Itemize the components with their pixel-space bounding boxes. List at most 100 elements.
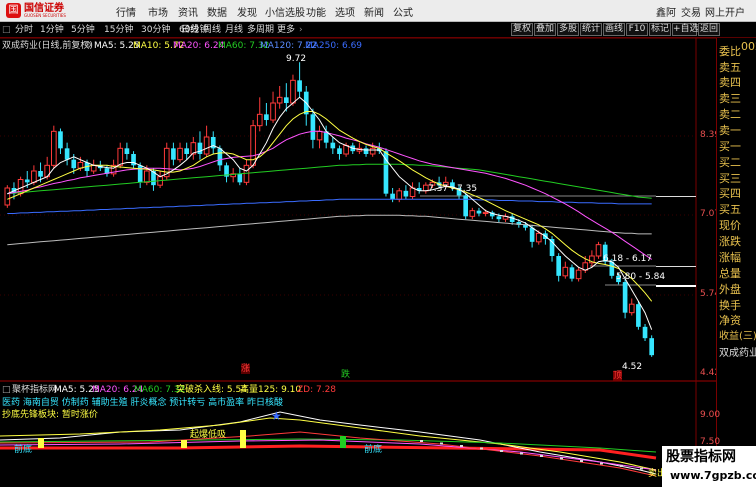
ma120-line xyxy=(7,198,652,214)
concept-tags: 医药 海南自贸 仿制药 辅助生殖 肝炎概念 预计转亏 高市盈率 昨日核酸 xyxy=(2,398,284,408)
stock-code-tag: 002 xyxy=(741,40,756,53)
sub-dot xyxy=(500,450,503,452)
sub-axis-900: 9.00 xyxy=(700,410,721,420)
sub-dot xyxy=(480,447,483,450)
candle xyxy=(131,151,136,169)
candle-body xyxy=(529,227,535,242)
candle-body xyxy=(369,147,376,155)
candle-body xyxy=(343,145,349,155)
candle-body xyxy=(463,195,469,217)
candle-body xyxy=(290,79,296,104)
candle-body xyxy=(90,164,97,172)
candle-body xyxy=(124,148,130,154)
candle-body xyxy=(403,190,409,197)
candle xyxy=(589,250,595,268)
sub-box-icon[interactable]: □ xyxy=(2,385,11,395)
candle xyxy=(90,159,97,174)
candle-body xyxy=(237,173,243,183)
candle xyxy=(556,253,562,282)
level-marker-3 xyxy=(656,285,696,287)
candle xyxy=(210,131,216,154)
candle xyxy=(575,267,582,282)
label-net-assets: 净资 xyxy=(719,314,741,327)
candle-body xyxy=(337,148,342,154)
sub-legend-breakout: 突破杀入线: 5.54 xyxy=(176,385,247,395)
kline-chart[interactable]: ★ xyxy=(0,0,716,487)
sub-signal-bar xyxy=(240,430,246,448)
candle xyxy=(409,182,416,200)
marker-ding: 顶 xyxy=(613,371,623,381)
candle xyxy=(177,142,183,163)
label-earnings: 收益(三) xyxy=(719,331,756,342)
candle-body xyxy=(595,244,602,257)
candle-body xyxy=(496,216,502,220)
label-sell4: 卖四 xyxy=(719,76,741,89)
candle-body xyxy=(31,170,37,183)
sub-red-curve xyxy=(0,431,657,477)
candle-body xyxy=(628,303,635,314)
sub-dot xyxy=(620,465,623,467)
label-outer-volume: 外盘 xyxy=(719,283,741,296)
sub-dot xyxy=(580,460,583,462)
candle-body xyxy=(71,159,77,169)
candle xyxy=(396,188,403,203)
candle xyxy=(184,142,190,160)
qiandi-label-2: 前底 xyxy=(364,445,383,455)
candle xyxy=(171,142,176,166)
label-buy5: 买五 xyxy=(719,203,741,216)
candle-body xyxy=(217,148,223,166)
sub-dot xyxy=(600,462,603,465)
ma250-line xyxy=(7,214,652,246)
sub-dot xyxy=(560,457,563,460)
level-marker-1 xyxy=(656,196,696,197)
candle-body xyxy=(636,304,641,327)
sub-chart-title: 聚杯指标网 xyxy=(12,385,58,395)
candle-body xyxy=(256,113,263,127)
candle-body xyxy=(575,269,582,280)
candle-body xyxy=(562,266,569,277)
watermark-url: www.7gpzb.com xyxy=(670,469,756,482)
candle xyxy=(562,261,569,279)
candle-body xyxy=(649,338,655,356)
candle-body xyxy=(38,171,43,177)
ma5-line xyxy=(7,96,653,330)
bottom-fish-text: 抄底先锋板块: 暂时涨价 xyxy=(2,410,98,420)
candle xyxy=(463,193,469,220)
candle xyxy=(256,97,263,132)
high-price-label: 9.72 xyxy=(286,54,307,64)
candle xyxy=(383,148,389,197)
candle xyxy=(157,171,163,188)
candle-body xyxy=(409,187,416,197)
label-weibi: 委比 xyxy=(719,45,741,58)
label-turnover: 换手 xyxy=(719,299,741,312)
candle-body xyxy=(270,102,276,121)
panel-stock-name: 双成药业 xyxy=(719,348,756,359)
candle xyxy=(224,162,229,183)
sub-dot xyxy=(440,442,443,445)
candle-body xyxy=(184,148,190,154)
label-sell2: 卖二 xyxy=(719,108,741,121)
candle xyxy=(502,213,509,222)
watermark-box: 股票指标网 www.7gpzb.com xyxy=(662,446,756,487)
ma10-line xyxy=(7,111,653,302)
ma60-line xyxy=(7,163,652,199)
candle-body xyxy=(203,136,210,155)
app-window: { "app": {"logo_text": "国信证券", "logo_sub… xyxy=(0,0,756,487)
candle-body xyxy=(469,210,476,217)
candle xyxy=(390,188,395,203)
candle xyxy=(264,103,269,126)
candle-body xyxy=(117,147,124,166)
label-price: 现价 xyxy=(719,219,741,232)
sub-signal-bar xyxy=(181,440,187,448)
candle xyxy=(628,298,635,316)
level-label-2: 6.18 - 6.17 xyxy=(603,254,653,264)
sub-dot xyxy=(460,445,463,447)
candle-body xyxy=(24,179,30,183)
candle-body xyxy=(310,114,316,140)
label-buy1: 买一 xyxy=(719,140,741,153)
star-marker-icon: ★ xyxy=(271,409,282,423)
candle-body xyxy=(297,80,302,92)
candle xyxy=(469,207,476,220)
candle xyxy=(489,210,495,220)
label-buy4: 买四 xyxy=(719,187,741,200)
